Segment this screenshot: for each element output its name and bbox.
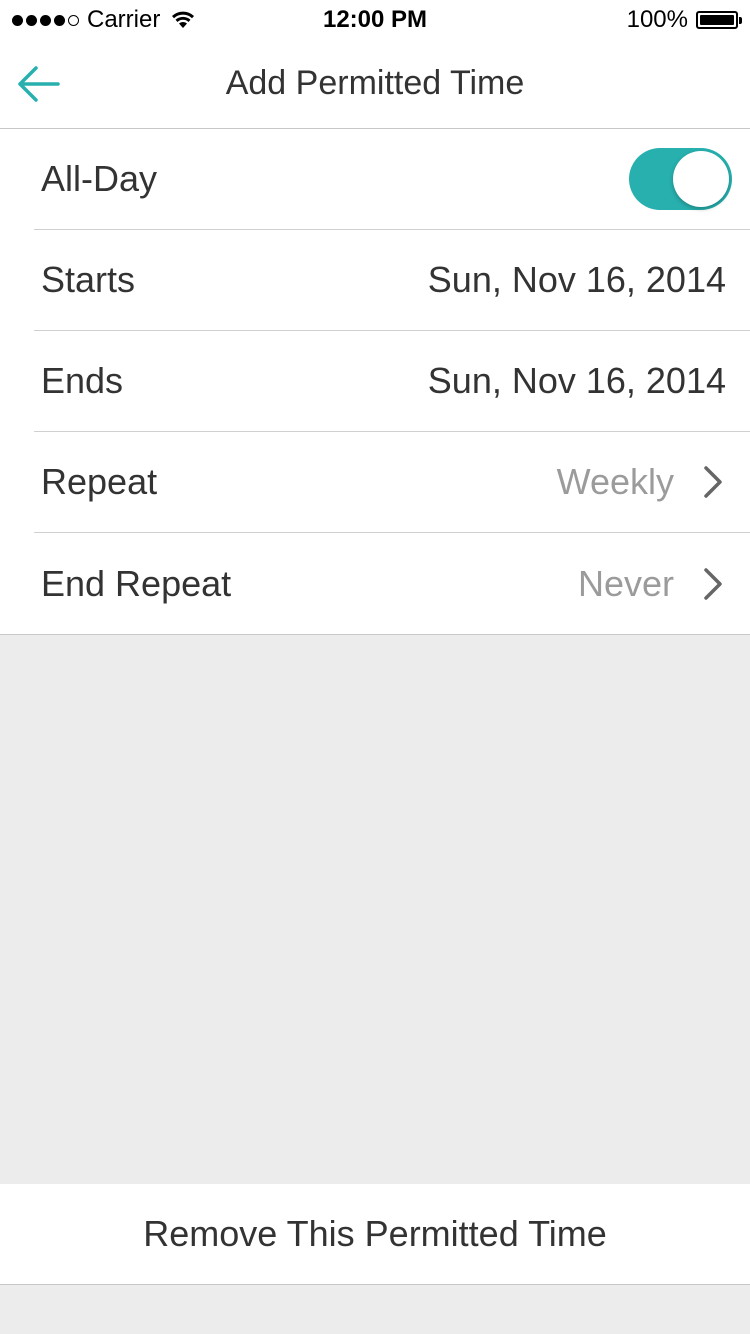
end-repeat-label: End Repeat [41,562,232,604]
page-title: Add Permitted Time [225,64,525,102]
starts-row[interactable]: Starts Sun, Nov 16, 2014 [34,230,750,331]
battery-icon [696,11,742,29]
all-day-row: All-Day [34,129,750,230]
end-repeat-value: Never [577,562,674,604]
ends-value: Sun, Nov 16, 2014 [427,360,726,401]
toggle-knob [673,151,729,207]
ends-label: Ends [41,360,124,401]
repeat-row[interactable]: Repeat Weekly [34,432,750,533]
status-bar: Carrier 12:00 PM 100% [0,0,750,40]
repeat-label: Repeat [41,461,158,502]
remove-permitted-time-button[interactable]: Remove This Permitted Time [0,1184,750,1285]
chevron-right-icon [704,466,722,498]
settings-list: All-Day Starts Sun, Nov 16, 2014 Ends Su… [0,129,750,635]
remove-button-label: Remove This Permitted Time [143,1213,607,1254]
all-day-label: All-Day [41,158,158,199]
end-repeat-row[interactable]: End Repeat Never [34,533,750,634]
battery-fill [700,15,734,25]
repeat-value: Weekly [556,461,674,502]
nav-bar: Add Permitted Time [0,40,750,129]
status-right: 100% [626,6,742,34]
chevron-right-icon [704,567,722,600]
starts-value: Sun, Nov 16, 2014 [427,259,726,300]
ends-row[interactable]: Ends Sun, Nov 16, 2014 [34,331,750,432]
battery-percent: 100% [626,6,688,33]
starts-label: Starts [41,259,136,300]
all-day-toggle[interactable] [629,148,732,210]
